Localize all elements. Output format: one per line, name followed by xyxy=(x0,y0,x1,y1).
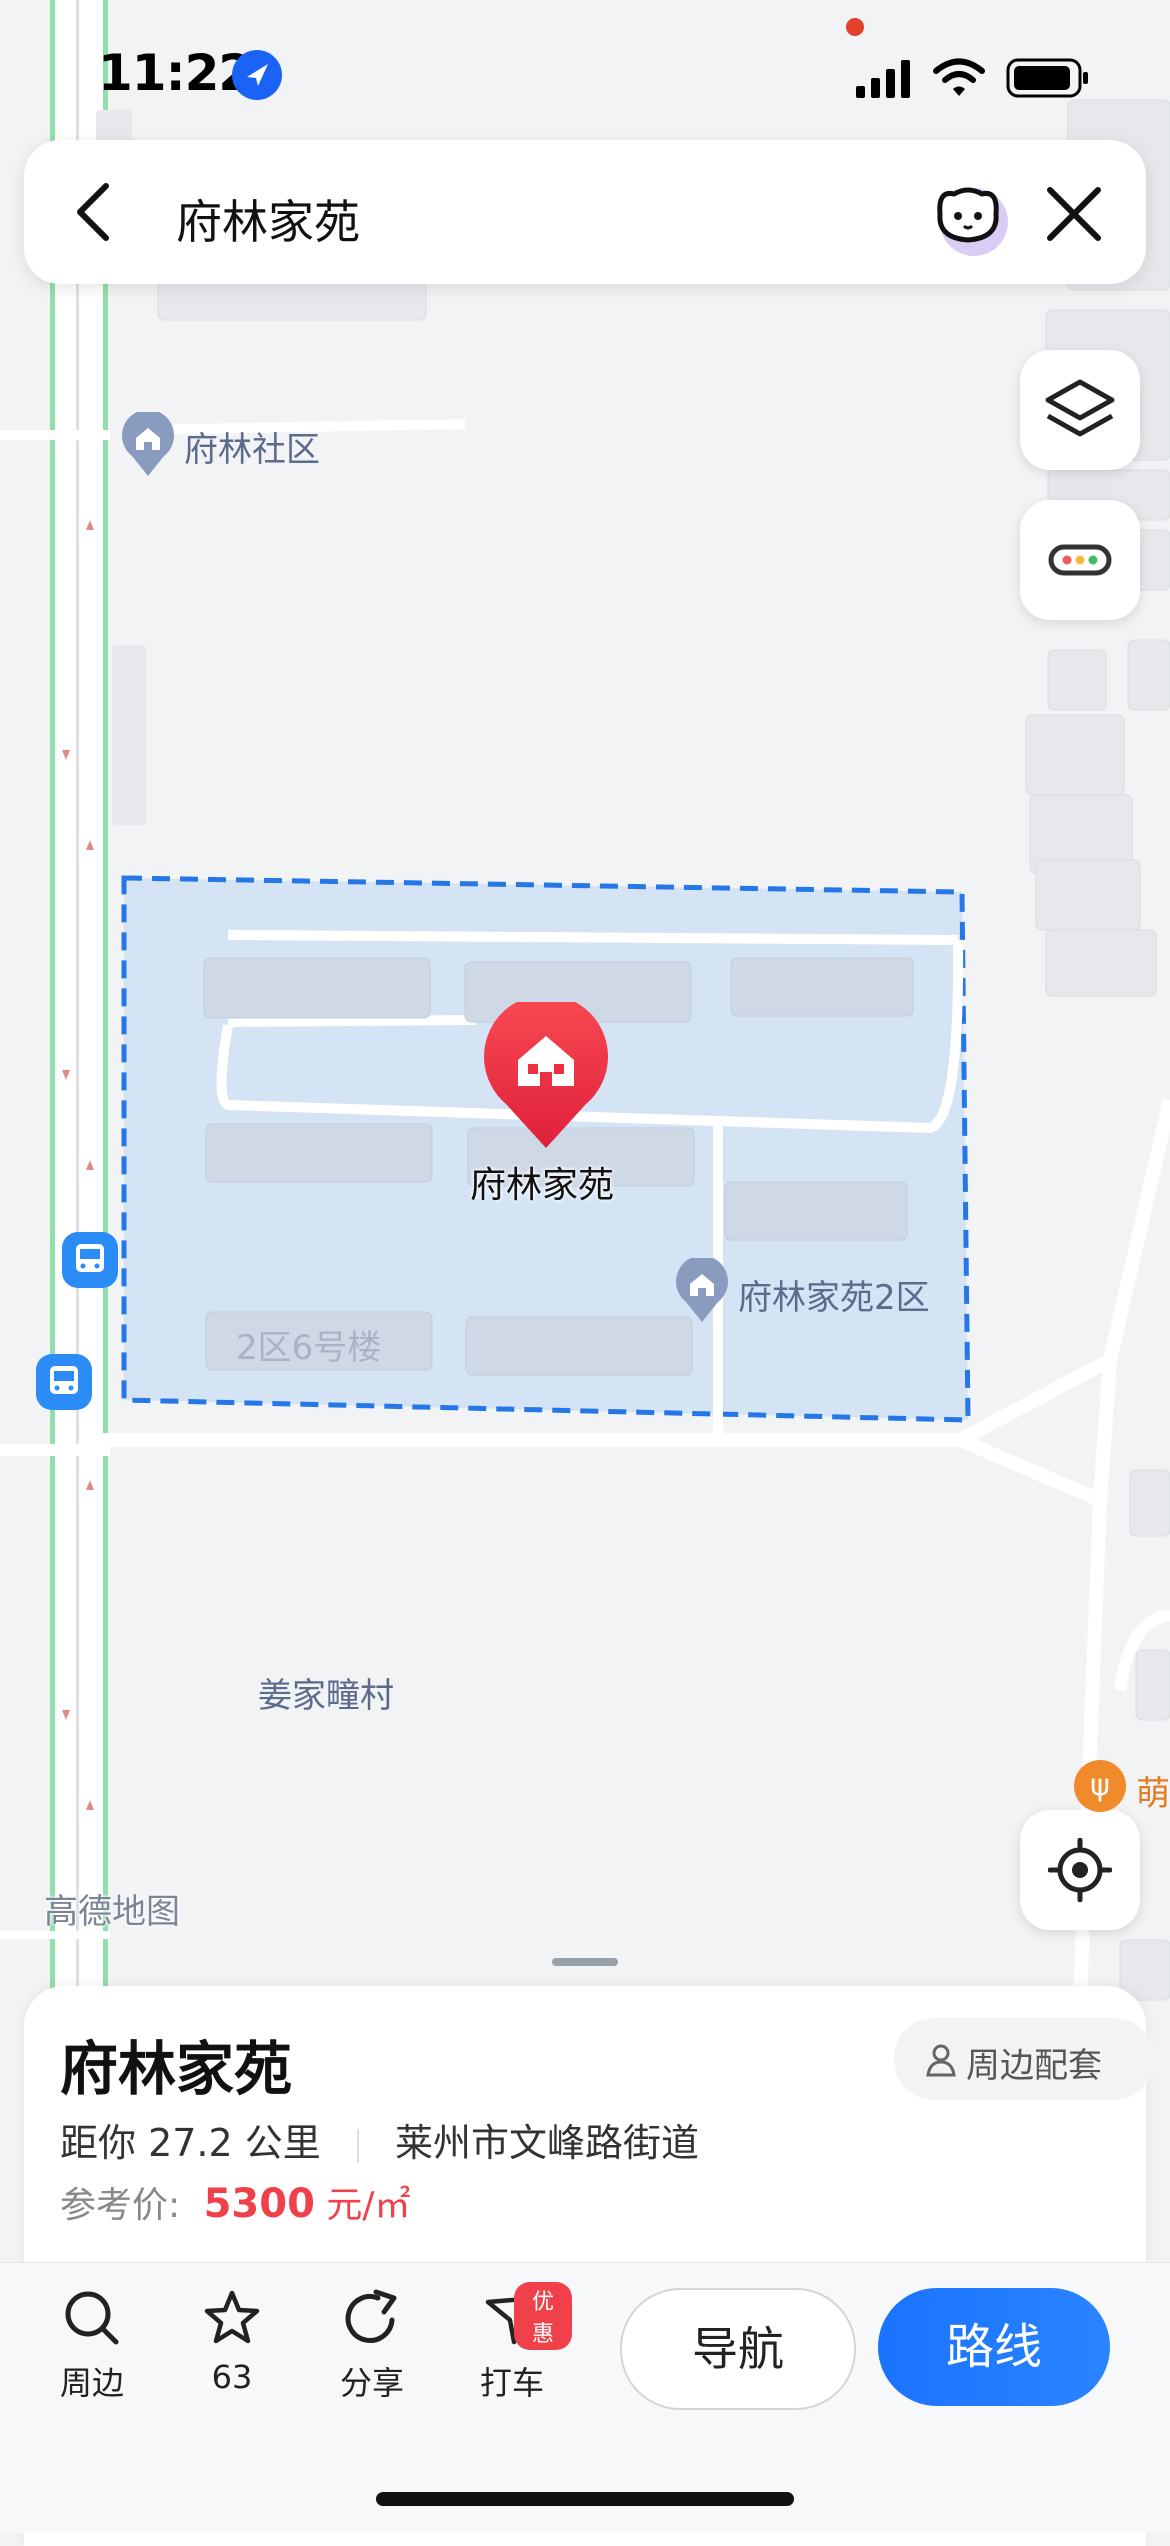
back-arrow-icon[interactable] xyxy=(70,182,120,242)
assistant-avatar-icon[interactable] xyxy=(926,176,1012,262)
crosshair-icon xyxy=(1048,1838,1112,1902)
star-icon xyxy=(204,2290,260,2344)
location-arrow-icon xyxy=(232,50,282,100)
layers-button[interactable] xyxy=(1020,350,1140,470)
nearby-facilities-label: 周边配套 xyxy=(966,2046,1102,2086)
person-icon xyxy=(926,2044,956,2077)
place-title: 府林家苑 xyxy=(60,2035,293,2103)
price-unit: 元/㎡ xyxy=(326,2185,411,2226)
selected-place-pin-icon[interactable] xyxy=(482,1002,610,1152)
zone2-label[interactable]: 府林家苑2区 xyxy=(738,1270,930,1319)
search-query[interactable]: 府林家苑 xyxy=(176,186,360,252)
traffic-button[interactable] xyxy=(1020,500,1140,620)
zone2-pin-icon[interactable] xyxy=(674,1258,730,1324)
nearby-label: 周边 xyxy=(59,2364,124,2402)
traffic-light-icon xyxy=(1048,544,1112,576)
taxi-button[interactable]: 优惠 打车 xyxy=(452,2282,572,2404)
nearby-search-button[interactable]: 周边 xyxy=(32,2288,152,2404)
map-watermark: 高德地图 xyxy=(44,1892,180,1932)
favorite-button[interactable]: 63 xyxy=(172,2288,292,2396)
community-label[interactable]: 府林社区 xyxy=(184,422,320,471)
share-icon xyxy=(345,2289,397,2343)
distance-text: 距你 27.2 公里 xyxy=(60,2121,321,2165)
status-bar: 11:22 xyxy=(0,0,1170,140)
battery-icon xyxy=(1006,58,1088,98)
restaurant-poi[interactable]: ψ 萌 xyxy=(1074,1758,1170,1814)
bus-stop-pin[interactable] xyxy=(36,1354,92,1410)
address-text: 莱州市文峰路街道 xyxy=(394,2121,699,2165)
taxi-label: 打车 xyxy=(479,2364,544,2402)
wifi-icon xyxy=(933,58,985,96)
price-label: 参考价: xyxy=(60,2185,181,2226)
cellular-signal-icon xyxy=(856,60,910,98)
price-value: 5300 xyxy=(203,2181,315,2227)
locate-me-button[interactable] xyxy=(1020,1810,1140,1930)
selected-place-label[interactable]: 府林家苑 xyxy=(470,1156,614,1208)
route-button[interactable]: 路线 xyxy=(878,2288,1110,2406)
nearby-facilities-button[interactable]: 周边配套 xyxy=(894,2018,1154,2100)
status-time: 11:22 xyxy=(98,44,253,102)
taxi-promo-badge: 优惠 xyxy=(514,2282,572,2350)
fork-knife-icon: ψ xyxy=(1074,1760,1126,1812)
distance-address-line: 距你 27.2 公里 莱州市文峰路街道 xyxy=(60,2112,699,2167)
bus-icon xyxy=(50,1366,78,1394)
village-label[interactable]: 姜家疃村 xyxy=(258,1668,394,1717)
sheet-drag-handle[interactable] xyxy=(552,1958,618,1966)
bus-icon xyxy=(76,1244,104,1272)
share-label: 分享 xyxy=(339,2364,404,2402)
home-indicator[interactable] xyxy=(376,2492,794,2506)
community-pin-icon[interactable] xyxy=(120,412,176,478)
bus-stop-pin[interactable] xyxy=(62,1232,118,1288)
divider xyxy=(356,2128,359,2163)
building-label: 2区6号楼 xyxy=(236,1328,382,1368)
restaurant-label: 萌 xyxy=(1136,1774,1170,1814)
layers-icon xyxy=(1045,379,1115,437)
search-icon xyxy=(65,2291,119,2345)
share-button[interactable]: 分享 xyxy=(312,2288,432,2404)
reference-price: 参考价: 5300 元/㎡ xyxy=(60,2176,411,2228)
favorite-count: 63 xyxy=(211,2358,253,2396)
close-icon[interactable] xyxy=(1044,184,1104,244)
recording-dot-icon xyxy=(846,18,864,36)
navigate-button[interactable]: 导航 xyxy=(620,2288,856,2410)
